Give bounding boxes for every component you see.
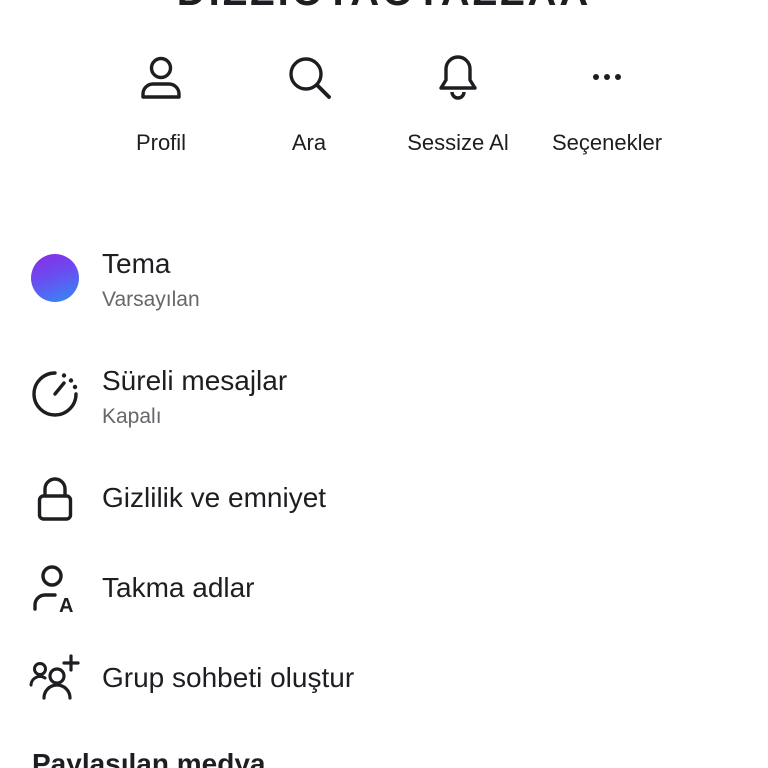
theme-color-swatch [31,254,79,302]
quick-actions-bar: Profil Ara Sessize Al Seçenekler [0,52,768,172]
profile-action-button[interactable]: Profil [86,52,236,167]
search-action-button[interactable]: Ara [234,52,384,167]
privacy-safety-row[interactable]: Gizlilik ve emniyet [0,470,768,530]
search-icon [289,57,331,99]
privacy-safety-title: Gizlilik ve emniyet [102,482,327,513]
more-icon [593,74,621,80]
timer-icon [32,371,78,417]
theme-row[interactable]: Tema Varsayılan [0,240,768,320]
nicknames-row[interactable]: A Takma adlar [0,560,768,620]
shared-media-heading: Paylaşılan medya [32,748,266,768]
nickname-person-icon: A [33,565,73,616]
nicknames-title: Takma adlar [102,572,255,603]
theme-subtitle: Varsayılan [102,288,200,311]
options-action-label: Seçenekler [551,130,663,155]
mute-action-label: Sessize Al [407,130,509,155]
chat-name-heading: DIZZIOTAOTAZZAA [0,0,768,15]
create-group-chat-row[interactable]: Grup sohbeti oluştur [0,650,768,710]
search-action-label: Ara [291,130,327,155]
person-icon [141,56,181,99]
create-group-chat-title: Grup sohbeti oluştur [102,662,355,693]
mute-action-button[interactable]: Sessize Al [383,52,533,167]
bell-icon [439,55,477,100]
chat-details-screen: DIZZIOTAOTAZZAA Profil Ara Sessize Al [0,0,768,768]
disappearing-messages-subtitle: Kapalı [102,405,162,428]
disappearing-messages-row[interactable]: Süreli mesajlar Kapalı [0,357,768,437]
svg-text:A: A [59,595,73,616]
add-group-icon [29,654,80,700]
theme-title: Tema [102,248,171,279]
profile-action-label: Profil [135,130,187,155]
options-action-button[interactable]: Seçenekler [532,52,682,167]
disappearing-messages-title: Süreli mesajlar [102,365,288,396]
lock-icon [37,477,73,521]
